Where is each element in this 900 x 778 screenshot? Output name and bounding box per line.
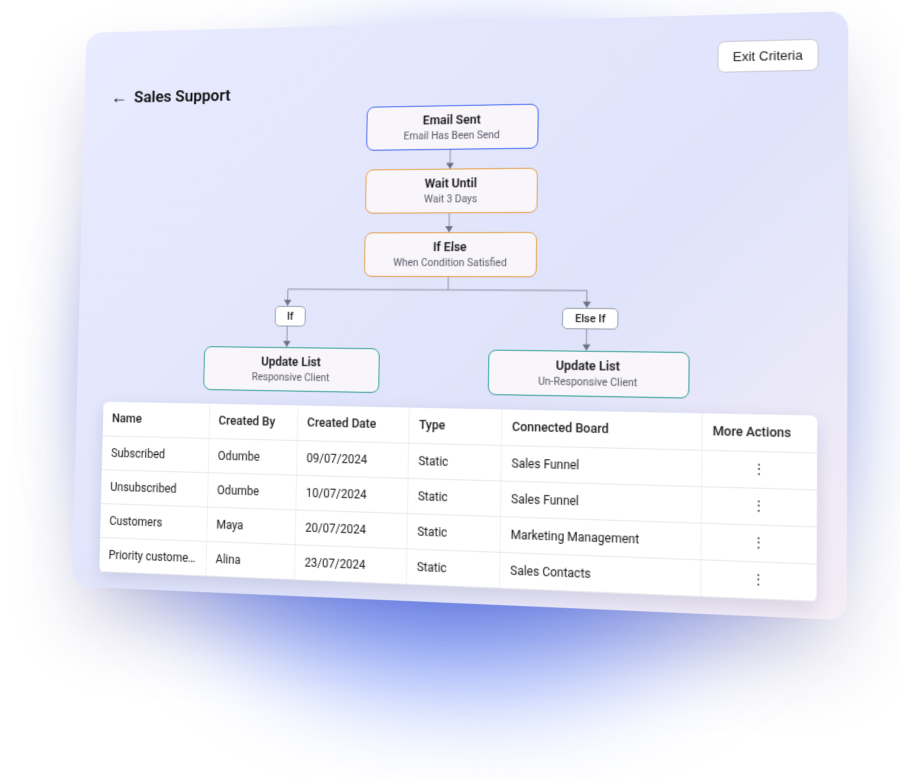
- flow-node-subtitle: Wait 3 Days: [387, 192, 515, 206]
- more-actions-icon[interactable]: ⋮: [752, 461, 767, 478]
- cell-by: Maya: [206, 507, 295, 545]
- col-3: Type: [408, 408, 501, 446]
- cell-type: Static: [408, 443, 502, 481]
- workflow-canvas: Email SentEmail Has Been SendWait UntilW…: [104, 99, 819, 412]
- flow-node-n2[interactable]: Wait UntilWait 3 Days: [365, 168, 538, 214]
- back-icon[interactable]: ←: [111, 89, 127, 106]
- flow-node-title: Wait Until: [387, 176, 515, 192]
- more-actions-icon[interactable]: ⋮: [751, 498, 766, 515]
- page-title: Sales Support: [134, 86, 231, 107]
- col-5: More Actions: [702, 413, 818, 453]
- exit-criteria-button[interactable]: Exit Criteria: [717, 39, 818, 73]
- flow-node-n3[interactable]: If ElseWhen Condition Satisfied: [364, 232, 537, 277]
- lists-table: NameCreated ByCreated DateTypeConnected …: [99, 402, 817, 602]
- cell-type: Static: [407, 514, 501, 553]
- cell-date: 10/07/2024: [296, 475, 408, 513]
- cell-by: Odumbe: [208, 438, 297, 475]
- col-2: Created Date: [297, 405, 409, 443]
- cell-board: Sales Funnel: [501, 445, 702, 486]
- flow-node-n4[interactable]: Update ListResponsive Client: [203, 346, 380, 393]
- cell-name: Subscribed: [102, 436, 209, 473]
- col-4: Connected Board: [501, 409, 701, 450]
- col-0: Name: [103, 402, 210, 439]
- flow-node-subtitle: Email Has Been Send: [388, 128, 516, 143]
- col-1: Created By: [209, 404, 298, 441]
- flow-node-title: If Else: [386, 240, 514, 255]
- cell-type: Static: [407, 478, 501, 516]
- flow-node-n1[interactable]: Email SentEmail Has Been Send: [366, 104, 539, 151]
- branch-label-b1: If: [275, 306, 306, 327]
- cell-date: 23/07/2024: [294, 545, 406, 585]
- cell-by: Odumbe: [207, 473, 296, 510]
- more-actions-icon[interactable]: ⋮: [751, 535, 766, 552]
- branch-label-b2: Else If: [562, 308, 619, 330]
- flow-node-subtitle: When Condition Satisfied: [386, 256, 514, 269]
- flow-node-n5[interactable]: Update ListUn-Responsive Client: [488, 350, 690, 399]
- workflow-card: ← Sales Support Exit Criteria Email Sent…: [72, 11, 848, 620]
- cell-date: 09/07/2024: [296, 441, 408, 479]
- cell-type: Static: [406, 549, 500, 588]
- flow-node-title: Update List: [511, 358, 666, 375]
- cell-name: Unsubscribed: [101, 470, 208, 507]
- cell-name: Priority customers: [99, 537, 206, 575]
- flow-node-subtitle: Un-Responsive Client: [511, 374, 666, 390]
- cell-name: Customers: [100, 504, 207, 542]
- flow-node-title: Update List: [225, 354, 358, 371]
- flow-node-subtitle: Responsive Client: [224, 370, 357, 385]
- cell-by: Alina: [206, 541, 295, 579]
- more-actions-icon[interactable]: ⋮: [751, 572, 766, 589]
- cell-board: Sales Contacts: [500, 552, 701, 596]
- flow-node-title: Email Sent: [388, 112, 516, 129]
- cell-date: 20/07/2024: [295, 510, 407, 549]
